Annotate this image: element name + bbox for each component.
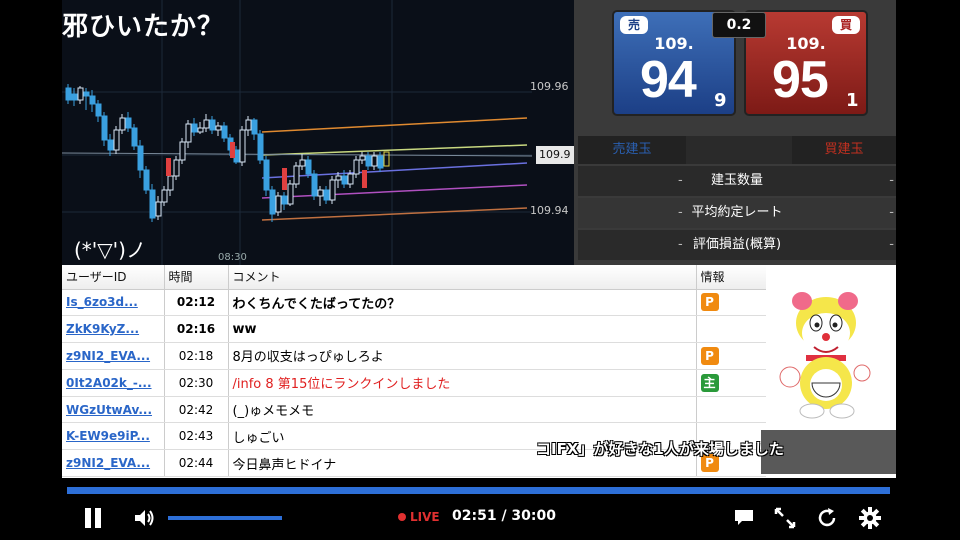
- live-dot-icon: [398, 513, 406, 521]
- comment-time: 02:44: [164, 449, 229, 478]
- player-controls: LIVE 02:51 / 30:00: [0, 496, 960, 540]
- trading-panel: 売 109. 94 9 買 109. 95 1 0.2 売建玉 買建玉 - 建玉…: [574, 0, 896, 265]
- unrealized-pnl-row: - 評価損益(概算) -: [578, 230, 896, 260]
- x-axis-time-tick: 08:30: [218, 252, 247, 263]
- comment-text: ww: [228, 315, 697, 344]
- reload-icon[interactable]: [815, 506, 839, 534]
- comment-icon[interactable]: [733, 506, 755, 532]
- time-display: 02:51 / 30:00: [452, 508, 556, 524]
- comment-user-id-link[interactable]: Is_6zo3d...: [62, 289, 165, 317]
- comment-text: /info 8 第15位にランクインしました: [228, 369, 697, 397]
- comment-info-cell: [696, 396, 767, 424]
- comment-user-id-link[interactable]: 0It2A02k_-...: [62, 369, 165, 397]
- header-user-id[interactable]: ユーザーID: [62, 265, 165, 290]
- ticker-text: コIFX」が好きな1人が来場しました: [536, 440, 784, 458]
- comment-time: 02:42: [164, 396, 229, 424]
- premium-badge-icon: P: [700, 293, 719, 312]
- position-quantity-sell-value: -: [678, 173, 683, 188]
- average-rate-label: 平均約定レート: [691, 205, 783, 220]
- comment-time: 02:18: [164, 342, 229, 370]
- comment-user-id-link[interactable]: K-EW9e9iP...: [62, 422, 165, 451]
- comment-time: 02:30: [164, 369, 229, 397]
- fullscreen-icon[interactable]: [773, 506, 797, 534]
- current-price-tag: 109.9: [536, 146, 574, 164]
- position-quantity-label: 建玉数量: [710, 173, 763, 188]
- average-rate-row: - 平均約定レート -: [578, 198, 896, 228]
- position-spacer: [686, 136, 792, 164]
- stream-overlay-title: 邪ひいたか？: [62, 12, 225, 42]
- comment-time: 02:12: [164, 289, 229, 317]
- player-window: 109.96 109.94 109.9 08:30 邪ひいたか？ (*'▽')ノ…: [0, 0, 960, 540]
- comment-text: わくちんでくたばってたの？: [228, 289, 697, 317]
- buy-position-button[interactable]: 買建玉: [792, 136, 896, 164]
- live-label: LIVE: [410, 510, 440, 524]
- comment-user-id-link[interactable]: z9NI2_EVA...: [62, 342, 165, 370]
- comment-user-id-link[interactable]: ZkK9KyZ...: [62, 315, 165, 344]
- comment-info-cell: P: [696, 289, 767, 317]
- comment-time: 02:16: [164, 315, 229, 344]
- premium-badge-icon: P: [700, 346, 719, 365]
- sell-badge: 売: [620, 16, 648, 34]
- buy-price-main: 95: [772, 51, 829, 109]
- average-rate-sell-value: -: [678, 205, 683, 220]
- buy-badge: 買: [832, 16, 860, 34]
- pause-icon[interactable]: [82, 506, 104, 530]
- comment-text: 8月の収支はっぴゅしろよ: [228, 342, 697, 370]
- buy-price-sub: 1: [846, 90, 859, 111]
- comment-row[interactable]: z9NI2_EVA... 02:18 8月の収支はっぴゅしろよ P: [62, 342, 767, 370]
- header-comment[interactable]: コメント: [228, 265, 697, 290]
- unrealized-pnl-sell-value: -: [678, 237, 683, 252]
- header-time[interactable]: 時間: [164, 265, 229, 290]
- comment-row[interactable]: ZkK9KyZ... 02:16 ww: [62, 315, 767, 344]
- comment-text: (_)ゅメモメモ: [228, 396, 697, 424]
- y-axis-label-lower: 109.94: [530, 204, 569, 217]
- comment-info-cell: 主: [696, 369, 767, 397]
- comment-row[interactable]: 0It2A02k_-... 02:30/info 8 第15位にランクインしました…: [62, 369, 767, 397]
- y-axis-label-upper: 109.96: [530, 80, 569, 93]
- sell-price-sub: 9: [714, 90, 727, 111]
- comment-time: 02:43: [164, 422, 229, 451]
- position-quantity-row: - 建玉数量 -: [578, 166, 896, 196]
- comment-row[interactable]: Is_6zo3d... 02:12 わくちんでくたばってたの？ P: [62, 289, 767, 317]
- position-quantity-buy-value: -: [889, 173, 894, 188]
- sell-price-main: 94: [640, 51, 697, 109]
- unrealized-pnl-buy-value: -: [889, 237, 894, 252]
- volume-icon[interactable]: [132, 506, 156, 530]
- header-info[interactable]: 情報: [696, 265, 767, 290]
- sell-position-button[interactable]: 売建玉: [578, 136, 686, 164]
- spread-value: 0.2: [712, 12, 766, 38]
- seek-bar[interactable]: [67, 487, 890, 494]
- comment-row[interactable]: WGzUtwAv... 02:42 (_)ゅメモメモ: [62, 396, 767, 424]
- comment-user-id-link[interactable]: z9NI2_EVA...: [62, 449, 165, 478]
- stream-overlay-emote: (*'▽')ノ: [74, 238, 146, 262]
- volume-slider[interactable]: [168, 516, 282, 520]
- settings-icon[interactable]: [858, 506, 882, 534]
- unrealized-pnl-label: 評価損益(概算): [692, 237, 782, 252]
- owner-badge-icon: 主: [700, 373, 719, 392]
- comment-user-id-link[interactable]: WGzUtwAv...: [62, 396, 165, 424]
- average-rate-buy-value: -: [889, 205, 894, 220]
- visitor-ticker: コIFX」が好きな1人が来場しました: [536, 430, 896, 474]
- comment-header-row: ユーザーID 時間 コメント 情報: [62, 265, 767, 290]
- live-indicator: LIVE: [398, 510, 440, 524]
- price-chart: 109.96 109.94 109.9 08:30 邪ひいたか？ (*'▽')ノ: [62, 0, 574, 265]
- comment-info-cell: [696, 315, 767, 344]
- comment-info-cell: P: [696, 342, 767, 370]
